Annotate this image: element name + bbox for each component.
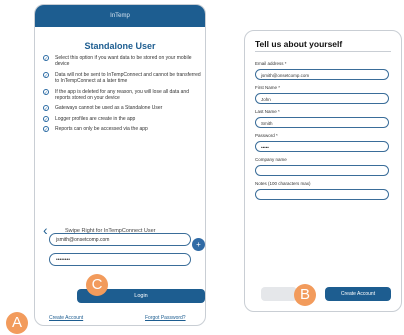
first-name-label: First Name * <box>255 85 281 90</box>
check-circle-icon: ✓ <box>43 55 49 61</box>
check-circle-icon: ✓ <box>43 88 49 95</box>
email-field[interactable]: jsmith@onsetcomp.com <box>255 69 389 80</box>
check-circle-icon: ✓ <box>43 115 49 122</box>
email-input[interactable]: jsmith@onsetcomp.com <box>49 233 191 246</box>
password-input[interactable]: •••••••• <box>49 253 191 266</box>
check-circle-icon: ✓ <box>43 126 49 133</box>
first-name-field[interactable]: John <box>255 93 389 104</box>
list-item: ✓ Gateways cannot be used as a Standalon… <box>43 105 163 112</box>
badge-c: C <box>86 274 108 296</box>
password-field[interactable]: ••••• <box>255 141 389 152</box>
notes-label: Notes (100 characters max) <box>255 181 311 186</box>
email-label: Email address * <box>255 61 287 66</box>
badge-b: B <box>294 284 316 306</box>
check-circle-icon: ✓ <box>43 105 49 112</box>
standalone-user-screen: InTemp Standalone User ✓ Select this opt… <box>34 4 206 326</box>
forgot-password-link[interactable]: Forgot Password? <box>145 315 186 321</box>
badge-a: A <box>6 312 28 334</box>
create-account-screen: Tell us about yourself Email address * j… <box>244 30 402 312</box>
page-title: Standalone User <box>84 41 156 51</box>
list-item: ✓ Select this option if you want data to… <box>43 55 192 68</box>
password-label: Password * <box>255 133 278 138</box>
company-label: Company name <box>255 157 287 162</box>
divider <box>255 51 391 52</box>
app-header: InTemp <box>35 5 205 27</box>
notes-field[interactable] <box>255 189 389 200</box>
create-account-button[interactable]: Create Account <box>325 287 391 301</box>
list-item: ✓ Reports can only be accessed via the a… <box>43 126 148 133</box>
cancel-button[interactable] <box>261 287 297 301</box>
info-list: ✓ Select this option if you want data to… <box>43 55 203 137</box>
list-item: ✓ Logger profiles are create in the app <box>43 115 136 122</box>
chevron-left-icon[interactable]: ‹ <box>43 222 48 238</box>
last-name-label: Last Name * <box>255 109 280 114</box>
company-field[interactable] <box>255 165 389 176</box>
create-account-link[interactable]: Create Account <box>49 315 83 321</box>
form-title: Tell us about yourself <box>255 39 343 49</box>
check-circle-icon: ✓ <box>43 71 49 78</box>
list-item: ✓ If the app is deleted for any reason, … <box>43 88 189 102</box>
add-user-icon[interactable]: + <box>192 238 205 251</box>
list-item: ✓ Data will not be sent to InTempConnect… <box>43 71 201 85</box>
last-name-field[interactable]: Smith <box>255 117 389 128</box>
